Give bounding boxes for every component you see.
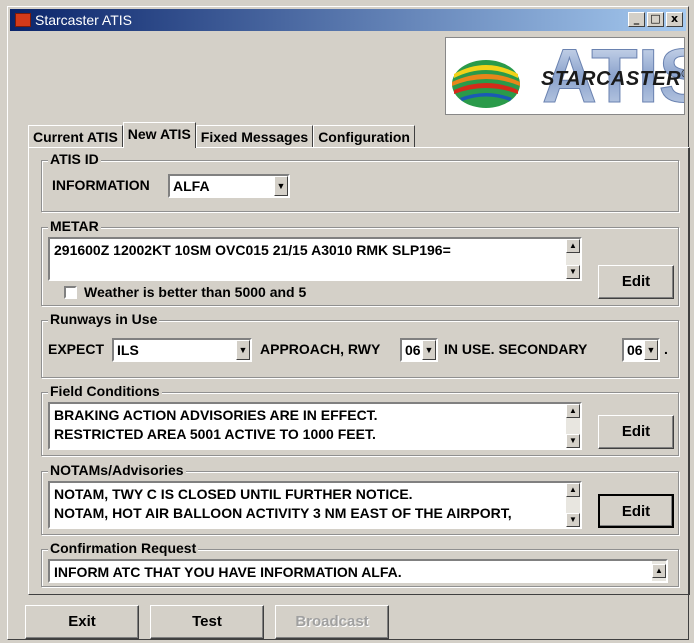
maximize-button[interactable]: □ bbox=[647, 12, 664, 27]
field-conditions-edit-button[interactable]: Edit bbox=[598, 415, 674, 449]
title-bar[interactable]: Starcaster ATIS _ □ x bbox=[10, 9, 686, 31]
confirmation-legend: Confirmation Request bbox=[48, 540, 199, 556]
information-select[interactable]: ALFA ▼ bbox=[168, 174, 290, 198]
notams-textbox[interactable]: NOTAM, TWY C IS CLOSED UNTIL FURTHER NOT… bbox=[48, 481, 582, 529]
exit-button[interactable]: Exit bbox=[25, 605, 139, 639]
secondary-runway-value: 06 bbox=[627, 342, 643, 358]
metar-legend: METAR bbox=[48, 218, 101, 234]
chevron-down-icon[interactable]: ▼ bbox=[422, 340, 436, 360]
tab-new-atis[interactable]: New ATIS bbox=[122, 122, 196, 148]
test-button[interactable]: Test bbox=[150, 605, 264, 639]
close-button[interactable]: x bbox=[666, 12, 683, 27]
scroll-up-icon[interactable]: ▲ bbox=[566, 239, 580, 253]
information-value: ALFA bbox=[173, 178, 210, 194]
approach-type-value: ILS bbox=[117, 342, 139, 358]
field-conditions-legend: Field Conditions bbox=[48, 383, 162, 399]
notams-line-2: NOTAM, HOT AIR BALLOON ACTIVITY 3 NM EAS… bbox=[54, 505, 512, 521]
notams-line-1: NOTAM, TWY C IS CLOSED UNTIL FURTHER NOT… bbox=[54, 486, 413, 502]
scroll-down-icon[interactable]: ▼ bbox=[566, 513, 580, 527]
atis-window: Starcaster ATIS _ □ x ATI STARCASTER Cur… bbox=[7, 6, 690, 640]
chevron-down-icon[interactable]: ▼ bbox=[236, 340, 250, 360]
atis-id-group: ATIS ID INFORMATION ALFA ▼ bbox=[41, 151, 679, 212]
in-use-secondary-label: IN USE. SECONDARY bbox=[444, 341, 588, 357]
notams-legend: NOTAMs/Advisories bbox=[48, 462, 186, 478]
tab-strip: Current ATIS New ATIS Fixed Messages Con… bbox=[28, 122, 415, 148]
runway-value: 06 bbox=[405, 342, 421, 358]
atis-id-legend: ATIS ID bbox=[48, 151, 101, 167]
tab-fixed-messages[interactable]: Fixed Messages bbox=[195, 125, 314, 147]
weather-checkbox[interactable] bbox=[64, 286, 77, 299]
chevron-down-icon[interactable]: ▼ bbox=[274, 176, 288, 196]
runways-group: Runways in Use EXPECT ILS ▼ APPROACH, RW… bbox=[41, 311, 679, 378]
scroll-up-icon[interactable]: ▲ bbox=[566, 404, 580, 418]
secondary-runway-select[interactable]: 06 ▼ bbox=[622, 338, 660, 362]
scroll-icon[interactable]: ▲ bbox=[652, 564, 666, 578]
weather-checkbox-label: Weather is better than 5000 and 5 bbox=[84, 284, 307, 300]
notams-edit-button[interactable]: Edit bbox=[598, 494, 674, 528]
new-atis-panel: ATIS ID INFORMATION ALFA ▼ METAR 291600Z… bbox=[28, 147, 690, 595]
information-label: INFORMATION bbox=[52, 177, 150, 193]
globe-icon bbox=[452, 60, 520, 108]
field-conditions-group: Field Conditions BRAKING ACTION ADVISORI… bbox=[41, 383, 679, 456]
metar-textbox[interactable]: 291600Z 12002KT 10SM OVC015 21/15 A3010 … bbox=[48, 237, 582, 281]
notams-group: NOTAMs/Advisories NOTAM, TWY C IS CLOSED… bbox=[41, 462, 679, 535]
tab-current-atis[interactable]: Current ATIS bbox=[28, 125, 123, 147]
runways-legend: Runways in Use bbox=[48, 311, 160, 327]
window-title: Starcaster ATIS bbox=[35, 12, 132, 28]
field-conditions-scrollbar[interactable]: ▲ ▼ bbox=[566, 404, 580, 448]
scroll-down-icon[interactable]: ▼ bbox=[566, 265, 580, 279]
confirmation-group: Confirmation Request INFORM ATC THAT YOU… bbox=[41, 540, 679, 587]
confirmation-scrollbar[interactable]: ▲ bbox=[652, 561, 666, 581]
brand-text: STARCASTER® bbox=[541, 68, 684, 90]
chevron-down-icon[interactable]: ▼ bbox=[644, 340, 658, 360]
metar-group: METAR 291600Z 12002KT 10SM OVC015 21/15 … bbox=[41, 218, 679, 306]
approach-type-select[interactable]: ILS ▼ bbox=[112, 338, 252, 362]
field-conditions-textbox[interactable]: BRAKING ACTION ADVISORIES ARE IN EFFECT.… bbox=[48, 402, 582, 450]
scroll-down-icon[interactable]: ▼ bbox=[566, 434, 580, 448]
expect-label: EXPECT bbox=[48, 341, 105, 357]
tab-configuration[interactable]: Configuration bbox=[313, 125, 415, 147]
confirmation-textbox[interactable]: INFORM ATC THAT YOU HAVE INFORMATION ALF… bbox=[48, 559, 668, 583]
metar-text: 291600Z 12002KT 10SM OVC015 21/15 A3010 … bbox=[54, 242, 451, 258]
metar-edit-button[interactable]: Edit bbox=[598, 265, 674, 299]
period-label: . bbox=[664, 341, 668, 357]
approach-runway-label: APPROACH, RWY bbox=[260, 341, 381, 357]
scroll-up-icon[interactable]: ▲ bbox=[566, 483, 580, 497]
confirmation-text: INFORM ATC THAT YOU HAVE INFORMATION ALF… bbox=[54, 564, 402, 580]
broadcast-button[interactable]: Broadcast bbox=[275, 605, 389, 639]
field-conditions-line-2: RESTRICTED AREA 5001 ACTIVE TO 1000 FEET… bbox=[54, 426, 376, 442]
minimize-button[interactable]: _ bbox=[628, 12, 645, 27]
runway-select[interactable]: 06 ▼ bbox=[400, 338, 438, 362]
app-icon bbox=[15, 13, 31, 27]
field-conditions-line-1: BRAKING ACTION ADVISORIES ARE IN EFFECT. bbox=[54, 407, 378, 423]
metar-scrollbar[interactable]: ▲ ▼ bbox=[566, 239, 580, 279]
starcaster-atis-logo: ATIS STARCASTER® bbox=[445, 37, 685, 115]
notams-scrollbar[interactable]: ▲ ▼ bbox=[566, 483, 580, 527]
